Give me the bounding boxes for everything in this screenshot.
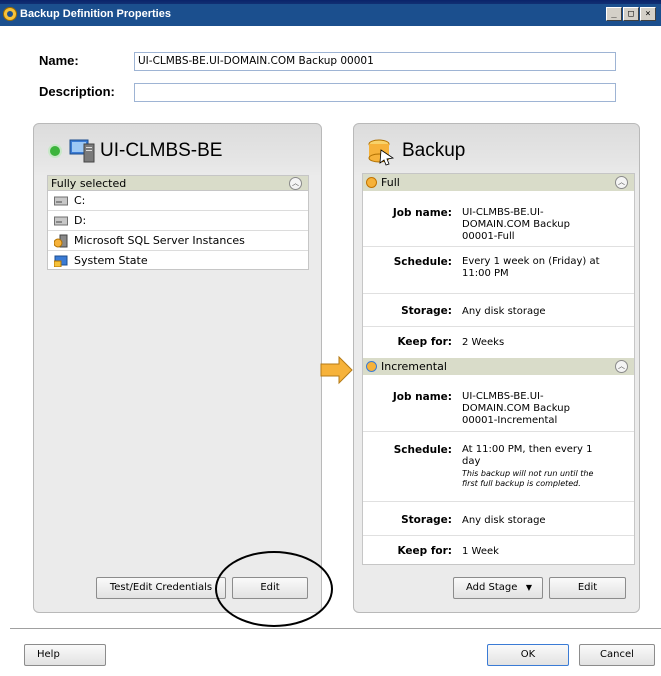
schedule-value: Every 1 week on (Friday) at 11:00 PM [462,256,600,279]
help-button[interactable]: Help [24,644,106,666]
footer-separator [10,628,661,629]
divider [363,501,634,502]
maximize-button[interactable]: □ [623,7,639,21]
job-name-label: Job name: [392,207,452,219]
divider [363,246,634,247]
arrow-right-icon [320,355,353,385]
stage-name: Incremental [381,360,447,373]
collapse-icon[interactable]: ︿ [615,176,628,189]
name-field[interactable]: UI-CLMBS-BE.UI-DOMAIN.COM Backup 00001 [134,52,616,71]
window-title: Backup Definition Properties [20,8,171,20]
source-title: UI-CLMBS-BE [100,140,223,161]
stage-name: Full [381,176,400,189]
add-stage-label: Add Stage [466,582,518,593]
test-edit-credentials-button[interactable]: Test/Edit Credentials [96,577,226,599]
list-header-label: Fully selected [51,177,127,190]
add-stage-button[interactable]: Add Stage ▼ [453,577,543,599]
backup-exec-icon [3,7,17,21]
list-item-c[interactable]: C: [48,191,308,211]
schedule-label: Schedule: [393,444,452,456]
storage-label: Storage: [401,514,452,526]
destination-panel: Backup Full ︿ Job name: UI-CLMBS-BE.UI- … [353,123,640,613]
list-header: Fully selected ︿ [48,176,308,191]
keep-for-label: Keep for: [397,336,452,348]
schedule-value: At 11:00 PM, then every 1 day This backu… [462,444,594,488]
divider [363,431,634,432]
keep-for-label: Keep for: [397,545,452,557]
schedule-label: Schedule: [393,256,452,268]
description-field[interactable] [134,83,616,102]
collapse-icon[interactable]: ︿ [615,360,628,373]
destination-title: Backup [402,140,466,161]
stage-full-icon [366,177,377,188]
job-name-value: UI-CLMBS-BE.UI- DOMAIN.COM Backup 00001-… [462,207,570,242]
name-label: Name: [39,53,79,68]
source-panel: UI-CLMBS-BE Fully selected ︿ C: D: Micro… [33,123,322,613]
drive-icon [54,216,68,226]
storage-value: Any disk storage [462,306,546,317]
status-ok-icon [48,144,62,158]
backup-icon [368,139,395,166]
selection-list: Fully selected ︿ C: D: Microsoft SQL Ser… [47,175,309,270]
keep-for-value: 1 Week [462,546,499,557]
description-label: Description: [39,84,115,99]
storage-label: Storage: [401,305,452,317]
divider [363,326,634,327]
list-item-label: C: [74,194,86,207]
stage-header-incremental[interactable]: Incremental ︿ [363,358,634,375]
minimize-button[interactable]: _ [606,7,622,21]
highlight-oval [215,551,333,627]
divider [363,535,634,536]
list-item-d[interactable]: D: [48,211,308,231]
schedule-note: This backup will not run until the first… [462,469,594,488]
system-state-icon [54,255,68,267]
list-item-system-state[interactable]: System State [48,251,308,271]
server-icon [69,139,95,163]
drive-icon [54,196,68,206]
close-button[interactable]: × [640,7,656,21]
job-name-value: UI-CLMBS-BE.UI- DOMAIN.COM Backup 00001-… [462,391,570,426]
storage-value: Any disk storage [462,515,546,526]
job-name-label: Job name: [392,391,452,403]
list-item-sql[interactable]: Microsoft SQL Server Instances [48,231,308,251]
destination-edit-button[interactable]: Edit [549,577,626,599]
stage-header-full[interactable]: Full ︿ [363,174,634,191]
list-item-label: System State [74,254,148,267]
dropdown-arrow-icon: ▼ [525,583,532,592]
list-item-label: D: [74,214,87,227]
sql-icon [54,234,68,248]
ok-button[interactable]: OK [487,644,569,666]
collapse-icon[interactable]: ︿ [289,177,302,190]
keep-for-value: 2 Weeks [462,337,505,348]
title-bar: Backup Definition Properties _ □ × [0,0,661,26]
list-item-label: Microsoft SQL Server Instances [74,234,245,247]
stage-incremental-icon [366,361,377,372]
cancel-button[interactable]: Cancel [579,644,655,666]
divider [363,293,634,294]
